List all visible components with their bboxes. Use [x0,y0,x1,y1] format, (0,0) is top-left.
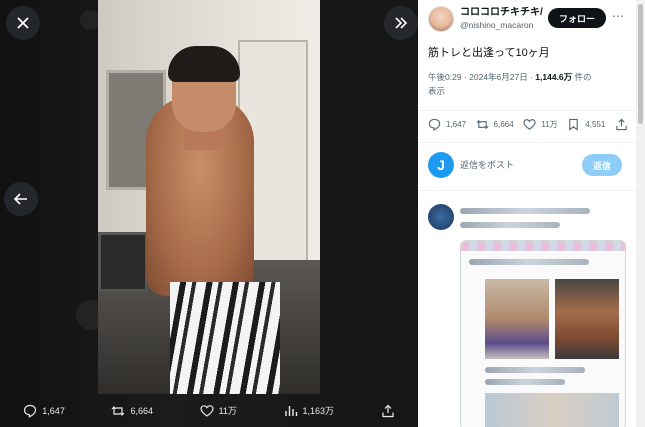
post-views-label: 表示 [428,85,446,96]
media-repost-button[interactable]: 6,664 [111,404,153,418]
repost-button[interactable]: 6,664 [476,118,514,131]
media-views-count: 1,163万 [302,406,335,416]
photo-gym-machine [98,232,148,292]
reply-composer: J 返信をポスト 返信 [428,152,628,178]
bookmark-icon [569,118,579,131]
scrollbar-thumb[interactable] [638,4,643,124]
repost-icon [112,405,125,416]
blurred-photo-before [485,279,549,359]
follow-button[interactable]: フォロー [548,8,606,28]
reply-count: 1,647 [446,120,467,129]
author-display-name[interactable]: コロコロチキチキ/ [460,7,550,20]
divider [418,110,636,111]
previous-button[interactable] [4,182,38,216]
repost-count: 6,664 [493,120,514,129]
post-meta: 午後0:29 · 2024年6月27日 · 1,144.6万 件の 表示 [428,71,628,98]
blurred-photo-extra [485,393,619,427]
post-detail-panel: コロコロチキチキ/ @nishino_macaron フォロー ⋯ 筋トレと出逢… [418,0,636,427]
bookmark-count: 4,551 [585,120,606,129]
media-reply-count: 1,647 [42,405,65,416]
share-button[interactable] [615,118,628,131]
reply-button[interactable]: 1,647 [428,118,466,131]
repost-icon [476,119,489,130]
photo-person-hair [168,46,240,82]
reply-post-media[interactable] [460,240,626,427]
divider [418,142,636,143]
reply-input[interactable]: 返信をポスト [460,158,514,171]
divider [418,190,636,191]
post-views-suffix: 件の [574,72,592,82]
post-action-bar: 1,647 6,664 11万 4,551 [428,118,628,131]
panel-scrollbar[interactable] [636,0,645,427]
author-row: コロコロチキチキ/ @nishino_macaron [428,6,550,32]
media-like-button[interactable]: 11万 [199,404,237,418]
like-button[interactable]: 11万 [523,118,558,131]
media-share-button[interactable] [381,404,395,418]
media-viewer: 1,647 6,664 11万 1,163万 [0,0,418,427]
media-like-count: 11万 [218,406,237,416]
post-time[interactable]: 午後0:29 [428,72,462,82]
expand-panel-icon [395,17,408,29]
blurred-text-line [460,208,590,214]
arrow-left-icon [14,193,27,205]
background-x-logo [80,10,100,30]
reply-icon [428,118,441,131]
blurred-text-line [485,367,585,373]
blurred-text-line [485,379,565,385]
bookmark-button[interactable]: 4,551 [567,118,605,131]
close-icon [17,17,29,29]
media-reply-button[interactable]: 1,647 [23,404,65,418]
photo-person-shorts [170,282,280,394]
share-icon [382,404,394,417]
media-views-button[interactable]: 1,163万 [284,404,335,418]
heart-icon [199,404,214,417]
heart-icon [523,119,536,130]
blurred-text-line [460,222,560,228]
reply-post-avatar[interactable] [428,204,454,230]
current-user-avatar[interactable]: J [428,152,454,178]
like-count: 11万 [541,120,558,129]
post-views-count: 1,144.6万 [535,72,573,82]
close-button[interactable] [6,6,40,40]
expand-panel-button[interactable] [384,6,418,40]
views-icon [284,405,297,416]
blurred-banner [461,241,625,251]
blurred-photo-after [555,279,619,359]
more-options-button[interactable]: ⋯ [612,9,624,23]
author-handle[interactable]: @nishino_macaron [460,20,550,31]
media-action-bar: 1,647 6,664 11万 1,163万 [0,394,418,427]
reply-post[interactable] [428,200,633,427]
media-repost-count: 6,664 [130,405,153,416]
share-icon [616,118,627,131]
blurred-text-line [469,259,589,265]
more-icon: ⋯ [612,9,624,23]
reply-submit-button[interactable]: 返信 [582,154,622,176]
author-names: コロコロチキチキ/ @nishino_macaron [460,7,550,30]
post-text: 筋トレと出逢って10ヶ月 [428,47,550,59]
post-photo[interactable] [98,0,320,394]
author-avatar[interactable] [428,6,454,32]
reply-icon [24,404,37,418]
post-date[interactable]: 2024年6月27日 [469,72,528,82]
